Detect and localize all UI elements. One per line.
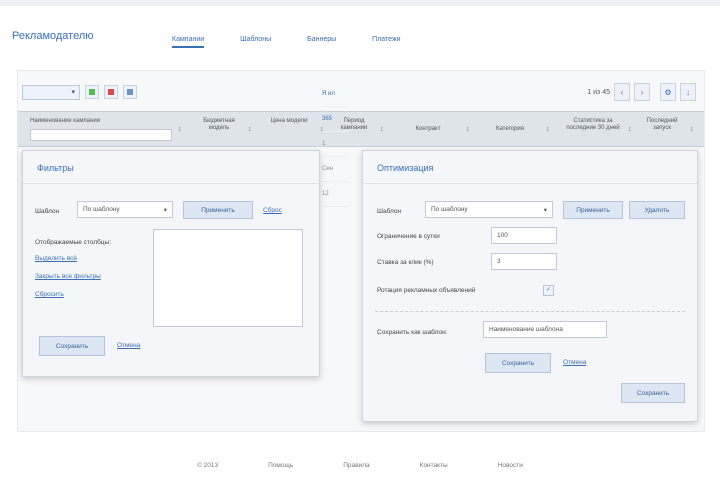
filter-popup-title: Фильтры [37,163,74,173]
filter-popup: Фильтры Шаблон По шаблону ▾ Применить Сб… [22,150,320,377]
optimize-apply-button[interactable]: Применить [563,201,623,219]
save-template-label: Сохранить как шаблон: [377,329,448,336]
stop-icon [108,89,114,95]
tab-campaigns[interactable]: Кампании [172,36,205,48]
table-cell: 1 [322,132,348,157]
chevron-down-icon: ▾ [543,206,547,214]
filter-template-value: По шаблону [83,206,120,213]
cpc-input[interactable]: 3 [491,253,557,270]
filter-popup-header: Фильтры [23,151,319,184]
sort-icon[interactable]: ↕ [380,126,384,133]
sort-icon[interactable]: ↕ [248,126,252,133]
template-name-placeholder: Наименование шаблона [489,326,563,333]
brand-title[interactable]: Рекламодателю [12,30,94,42]
rotation-checkbox[interactable]: ✓ [543,285,554,296]
column-header-budget-model: Бюджетная модель [203,118,235,131]
optimize-popup: Оптимизация Шаблон По шаблону ▾ Применит… [362,150,698,422]
chevron-left-icon: ‹ [620,87,624,97]
toolbar: ▾ [22,83,137,101]
table-cell: Сен [322,157,348,182]
daily-limit-label: Ограничение в сутки [377,233,440,240]
download-button[interactable]: ↓ [680,83,696,101]
settings-button[interactable]: ⚙ [660,83,676,101]
sort-icon[interactable]: ↕ [466,126,470,133]
optimize-delete-button[interactable]: Удалить [629,201,685,219]
campaign-name-filter-input[interactable] [30,129,172,141]
optimize-popup-title: Оптимизация [377,163,434,173]
sort-icon[interactable]: ↕ [690,126,694,133]
start-button[interactable] [85,85,99,99]
save-template-button[interactable]: Сохранить [485,353,551,373]
reset-columns-link[interactable]: Сбросить [35,291,64,298]
tab-templates[interactable]: Шаблоны [240,36,271,48]
pager-text: 1 из 45 [587,88,610,96]
column-header-category: Категория [495,126,525,132]
next-page-button[interactable]: › [634,83,650,101]
cpc-label: Ставка за клик (%) [377,259,434,266]
prev-page-button[interactable]: ‹ [614,83,630,101]
table-rows: Я ил 365 1 Сен 12 [322,82,348,207]
footer-link-rules[interactable]: Правила [343,462,369,469]
chevron-right-icon: › [640,87,644,97]
sort-icon[interactable]: ↕ [546,126,550,133]
optimize-template-select[interactable]: По шаблону ▾ [425,201,553,218]
cpc-value: 3 [497,258,501,265]
footer-link-help[interactable]: Помощь [268,462,293,469]
filter-reset-link[interactable]: Сброс [263,207,282,214]
footer: © 2013 Помощь Правила Контакты Новости [0,462,720,469]
tab-payments[interactable]: Платежи [372,36,400,48]
archive-button[interactable] [123,85,137,99]
action-select[interactable]: ▾ [22,84,80,100]
filter-template-label: Шаблон [35,208,60,215]
optimize-template-label: Шаблон [377,208,402,215]
filter-cancel-link[interactable]: Отмена [117,342,140,349]
filter-save-button[interactable]: Сохранить [39,336,105,356]
footer-link-news[interactable]: Новости [498,462,523,469]
stop-button[interactable] [104,85,118,99]
divider [375,311,685,313]
sort-icon[interactable]: ↕ [628,126,632,133]
gear-icon: ⚙ [664,87,672,97]
optimize-cancel-link[interactable]: Отмена [563,359,586,366]
filter-template-select[interactable]: По шаблону ▾ [77,201,173,218]
chevron-down-icon: ▾ [71,89,75,96]
optimize-template-value: По шаблону [431,206,468,213]
template-name-input[interactable]: Наименование шаблона [483,321,607,338]
rotation-label: Ротация рекламных объявлений [377,287,476,294]
table-header: Наименование кампании ↕ Бюджетная модель… [18,111,704,147]
optimize-save-button[interactable]: Сохранить [621,383,685,403]
filter-apply-button[interactable]: Применить [183,201,253,219]
daily-limit-value: 100 [497,232,508,239]
column-header-stats: Статистика за последние 30 дней [566,118,620,131]
archive-icon [127,89,133,95]
download-icon: ↓ [686,87,690,97]
top-bar [0,0,720,6]
play-icon [89,89,95,95]
daily-limit-input[interactable]: 100 [491,227,557,244]
visible-columns-label: Отображаемые столбцы: [35,239,112,246]
select-all-link[interactable]: Выделить всё [35,255,77,262]
main-tabs: Кампании Шаблоны Баннеры Платежи [172,36,437,48]
tab-banners[interactable]: Баннеры [307,36,336,48]
chevron-down-icon: ▾ [163,206,167,214]
sort-icon[interactable]: ↕ [178,126,182,133]
table-cell[interactable]: Я ил [322,82,348,107]
column-header-last-run: Последний запуск [646,118,678,131]
table-cell[interactable]: 365 [322,107,348,132]
pager: 1 из 45 ‹ › ⚙ ↓ [587,83,696,101]
footer-link-contacts[interactable]: Контакты [420,462,448,469]
column-header-contract: Контракт [415,126,441,132]
column-header-name: Наименование кампании [30,118,101,124]
columns-textarea[interactable] [153,229,303,327]
column-header-price: Цена модели [270,118,308,124]
table-cell: 12 [322,182,348,207]
optimize-popup-header: Оптимизация [363,151,697,184]
footer-copyright: © 2013 [197,462,219,469]
close-all-filters-link[interactable]: Закрыть все фильтры [35,273,101,280]
